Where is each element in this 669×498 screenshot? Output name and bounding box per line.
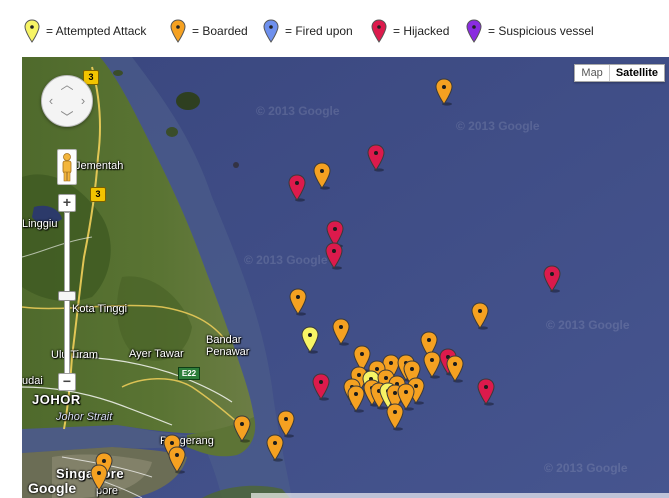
legend-fired-upon: = Fired upon xyxy=(263,18,353,44)
boarded-marker[interactable] xyxy=(90,464,108,492)
boarded-marker[interactable] xyxy=(277,410,295,438)
fired-upon-pin-icon xyxy=(263,19,279,43)
boarded-marker[interactable] xyxy=(289,288,307,316)
legend-hijacked: = Hijacked xyxy=(371,18,449,44)
boarded-marker[interactable] xyxy=(233,415,251,443)
boarded-marker[interactable] xyxy=(435,78,453,106)
boarded-marker[interactable] xyxy=(471,302,489,330)
hijacked-marker[interactable] xyxy=(325,242,343,270)
boarded-marker[interactable] xyxy=(446,355,464,383)
attempted-attack-pin-icon xyxy=(24,19,40,43)
legend-attempted-attack: = Attempted Attack xyxy=(24,18,146,44)
legend-label: = Suspicious vessel xyxy=(488,24,594,38)
boarded-marker[interactable] xyxy=(332,318,350,346)
hijacked-marker[interactable] xyxy=(477,378,495,406)
boarded-marker[interactable] xyxy=(313,162,331,190)
pan-control[interactable]: ︿ ﹀ ‹ › xyxy=(41,75,93,127)
map-legend: = Attempted Attack = Boarded = Fired upo… xyxy=(0,0,669,56)
legend-label: = Attempted Attack xyxy=(46,24,147,38)
hijacked-pin-icon xyxy=(371,19,387,43)
pan-down-icon[interactable]: ﹀ xyxy=(60,111,74,124)
incident-markers xyxy=(90,78,561,492)
boarded-marker[interactable] xyxy=(347,385,365,413)
boarded-marker[interactable] xyxy=(168,446,186,474)
map-type-control: Map Satellite xyxy=(574,64,665,82)
zoom-in-button[interactable]: + xyxy=(58,194,76,212)
legend-label: = Boarded xyxy=(192,24,248,38)
satellite-view-button[interactable]: Satellite xyxy=(610,65,664,81)
suspicious-vessel-pin-icon xyxy=(466,19,482,43)
zoom-out-button[interactable]: − xyxy=(58,373,76,391)
pan-right-icon[interactable]: › xyxy=(76,94,90,107)
legend-boarded: = Boarded xyxy=(170,18,248,44)
map-attribution-bar xyxy=(251,493,669,498)
pan-left-icon[interactable]: ‹ xyxy=(44,94,58,107)
boarded-marker[interactable] xyxy=(266,434,284,462)
map-view-button[interactable]: Map xyxy=(575,65,610,81)
zoom-slider-handle[interactable] xyxy=(58,291,76,301)
boarded-pin-icon xyxy=(170,19,186,43)
hijacked-marker[interactable] xyxy=(543,265,561,293)
legend-suspicious-vessel: = Suspicious vessel xyxy=(466,18,594,44)
google-logo: Google xyxy=(28,480,77,496)
hijacked-marker[interactable] xyxy=(367,144,385,172)
pan-up-icon[interactable]: ︿ xyxy=(60,78,74,91)
boarded-marker[interactable] xyxy=(386,403,404,431)
hijacked-marker[interactable] xyxy=(288,174,306,202)
street-view-pegman-icon[interactable] xyxy=(57,149,77,185)
attempted-marker[interactable] xyxy=(301,326,319,354)
boarded-marker[interactable] xyxy=(423,351,441,379)
hijacked-marker[interactable] xyxy=(312,373,330,401)
legend-label: = Fired upon xyxy=(285,24,353,38)
legend-label: = Hijacked xyxy=(393,24,450,38)
satellite-map[interactable]: © 2013 Google © 2013 Google © 2013 Googl… xyxy=(22,57,669,498)
